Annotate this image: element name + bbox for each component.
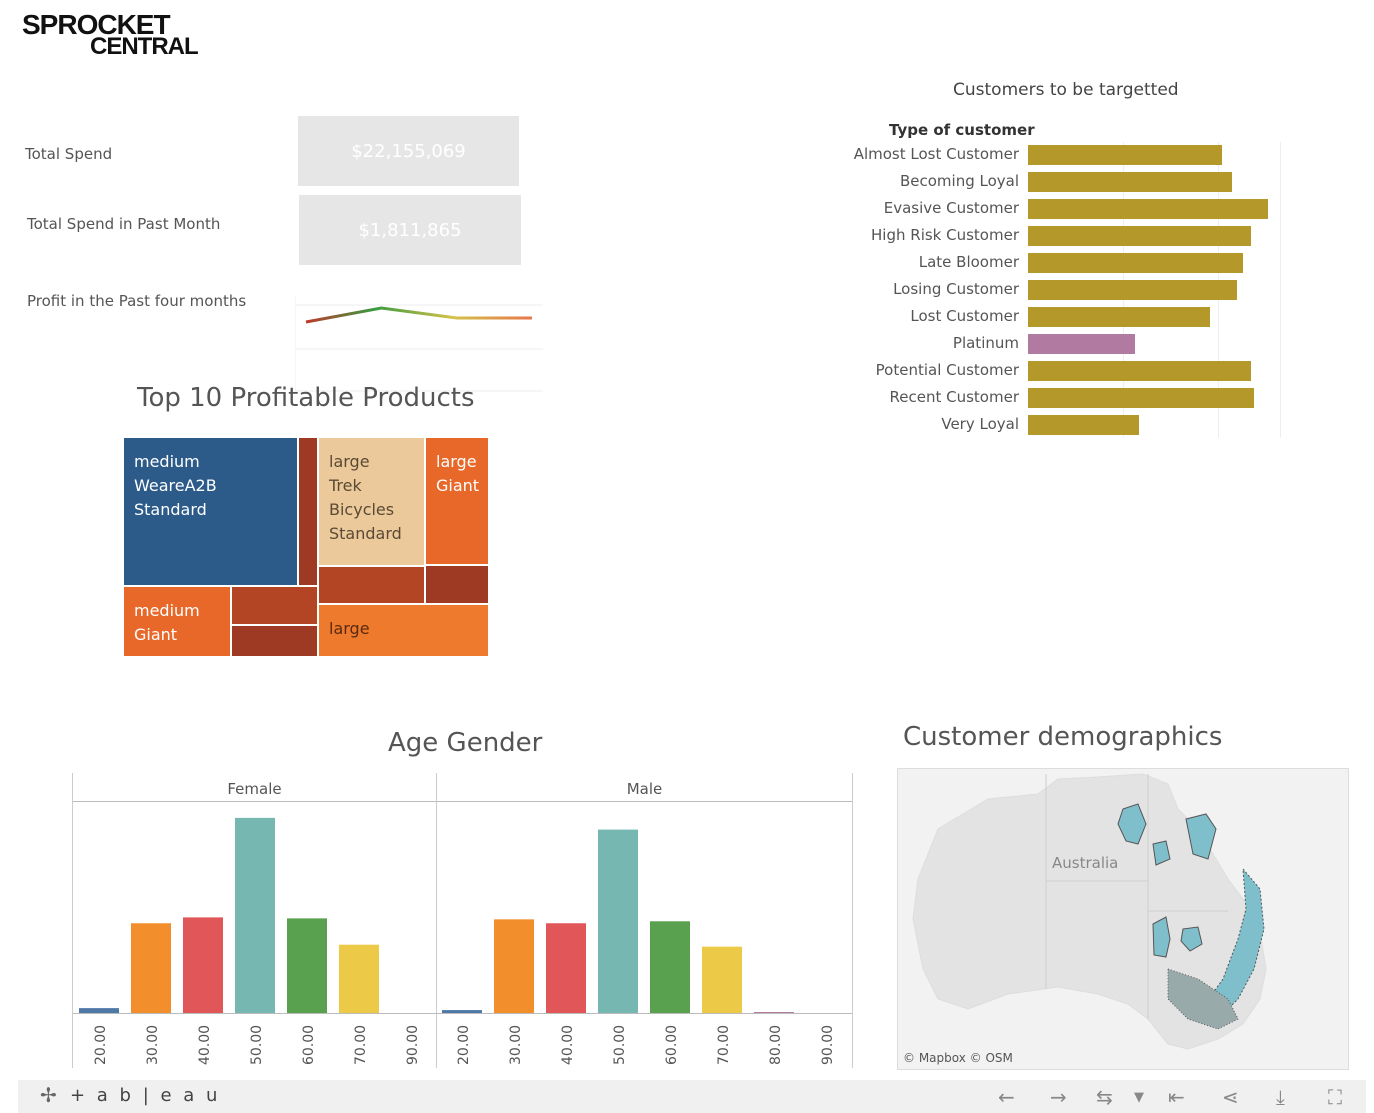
tile-label: large Giant	[436, 452, 480, 495]
profit-line	[305, 306, 532, 324]
treemap-tile-medium-giant[interactable]: medium Giant	[123, 586, 231, 657]
reset-icon[interactable]: ⇤	[1168, 1085, 1185, 1109]
total-spend-label: Total Spend	[25, 145, 113, 163]
treemap-tile-large[interactable]: large	[318, 604, 489, 657]
customer-type-label: Losing Customer	[893, 280, 1019, 298]
customers-axis-header: Type of customer	[889, 121, 1035, 139]
revert-dropdown-icon[interactable]: ▼	[1134, 1090, 1144, 1105]
age-tick-label: 40.00	[560, 1025, 576, 1065]
undo-icon[interactable]: ←	[998, 1085, 1015, 1109]
customer-bar[interactable]	[1028, 415, 1140, 435]
age-tick-label: 40.00	[197, 1025, 213, 1065]
customer-bar[interactable]	[1028, 388, 1254, 408]
age-bar[interactable]	[131, 923, 171, 1013]
age-gender-bars: 20.00 30.00 40.00 50.00 60.00 70.00 90.00 20.00…	[79, 817, 836, 1065]
map-credits: © Mapbox © OSM	[903, 1051, 1013, 1065]
treemap-tile-medium-weareA2B[interactable]: medium WeareA2B Standard	[123, 437, 298, 586]
past-month-spend-value: $1,811,865	[299, 195, 521, 265]
map-label-australia: Australia	[1052, 854, 1119, 872]
fullscreen-icon[interactable]: ⛶	[1328, 1085, 1342, 1109]
treemap-tile-large-trek[interactable]: large Trek Bicycles Standard	[318, 437, 425, 566]
logo-line2: CENTRAL	[90, 33, 199, 60]
age-gender-chart: Female Male 20.00 30.00 40.00 50.00 60.00 70.…	[72, 773, 853, 1068]
tableau-toolbar: ✢ + a b | e a u ← → ⇆ ▼ ⇤ ⋖ ⤓ ⛶	[18, 1080, 1366, 1113]
treemap-tile[interactable]	[318, 566, 425, 604]
age-tick-label: 50.00	[249, 1025, 265, 1065]
revert-icon[interactable]: ⇆	[1096, 1085, 1113, 1109]
customer-type-label: Very Loyal	[941, 415, 1019, 433]
customer-bar[interactable]	[1028, 307, 1211, 327]
sprocket-central-logo: SPROCKET CENTRAL	[22, 10, 202, 60]
australia-map	[912, 773, 1267, 1050]
age-bar[interactable]	[287, 918, 327, 1013]
customer-bar[interactable]	[1028, 334, 1135, 354]
age-bar[interactable]	[442, 1010, 482, 1013]
age-tick-label: 90.00	[405, 1025, 421, 1065]
customer-bar[interactable]	[1028, 280, 1238, 300]
age-tick-label: 60.00	[664, 1025, 680, 1065]
age-bar[interactable]	[598, 829, 638, 1013]
age-tick-label: 20.00	[456, 1025, 472, 1065]
customer-type-label: Late Bloomer	[918, 253, 1019, 271]
customer-bar[interactable]	[1028, 172, 1232, 192]
age-tick-label: 30.00	[508, 1025, 524, 1065]
age-tick-label: 50.00	[612, 1025, 628, 1065]
share-icon[interactable]: ⋖	[1222, 1085, 1239, 1109]
profit-label: Profit in the Past four months	[27, 292, 247, 310]
age-tick-label: 70.00	[716, 1025, 732, 1065]
customer-type-label: Recent Customer	[889, 388, 1019, 406]
total-spend-value: $22,155,069	[298, 116, 519, 186]
treemap: medium WeareA2B Standard large Trek Bicy…	[123, 437, 489, 657]
profit-sparkline	[295, 295, 543, 392]
age-bar[interactable]	[494, 919, 534, 1013]
age-tick-label: 90.00	[820, 1025, 836, 1065]
customers-chart-title: Customers to be targetted	[953, 80, 1179, 100]
age-bar[interactable]	[339, 944, 379, 1013]
treemap-tile-large-giant[interactable]: large Giant	[425, 437, 489, 565]
tile-label: medium Giant	[134, 601, 200, 644]
age-bar[interactable]	[183, 917, 223, 1013]
age-tick-label: 80.00	[768, 1025, 784, 1065]
customer-bar[interactable]	[1028, 226, 1251, 246]
customer-type-label: Potential Customer	[875, 361, 1019, 379]
treemap-tile[interactable]	[231, 625, 318, 657]
age-bar[interactable]	[235, 817, 275, 1013]
treemap-tile[interactable]	[231, 586, 318, 625]
age-tick-label: 30.00	[145, 1025, 161, 1065]
customer-bar[interactable]	[1028, 145, 1222, 165]
age-bar[interactable]	[754, 1012, 794, 1013]
treemap-tile[interactable]	[298, 437, 318, 586]
customer-type-label: Evasive Customer	[883, 199, 1019, 217]
customer-type-label: Becoming Loyal	[899, 172, 1019, 190]
customer-type-label: Platinum	[952, 334, 1019, 352]
age-gender-title: Age Gender	[388, 728, 543, 758]
customer-map[interactable]: Australia © Mapbox © OSM	[897, 768, 1349, 1070]
tile-label: large Trek Bicycles Standard	[329, 452, 402, 543]
customer-bar[interactable]	[1028, 253, 1244, 273]
age-bar[interactable]	[702, 946, 742, 1013]
age-tick-label: 20.00	[93, 1025, 109, 1065]
download-icon[interactable]: ⤓	[1276, 1085, 1285, 1109]
treemap-title: Top 10 Profitable Products	[137, 383, 475, 413]
redo-icon[interactable]: →	[1050, 1085, 1067, 1109]
age-tick-label: 70.00	[353, 1025, 369, 1065]
tile-label: large	[329, 619, 370, 638]
age-tick-label: 60.00	[301, 1025, 317, 1065]
customer-bar[interactable]	[1028, 199, 1269, 219]
treemap-tile[interactable]	[425, 565, 489, 604]
customer-type-label: Almost Lost Customer	[853, 145, 1019, 163]
tableau-logo-icon: ✢	[40, 1083, 57, 1107]
customer-type-label: High Risk Customer	[871, 226, 1019, 244]
age-bar[interactable]	[650, 921, 690, 1013]
age-bar[interactable]	[79, 1008, 119, 1013]
customer-bar[interactable]	[1028, 361, 1251, 381]
customer-type-label: Lost Customer	[910, 307, 1019, 325]
tile-label: medium WeareA2B Standard	[134, 452, 217, 519]
past-month-spend-label: Total Spend in Past Month	[27, 215, 221, 233]
tableau-brand: + a b | e a u	[70, 1085, 221, 1106]
age-bar[interactable]	[546, 923, 586, 1013]
map-title: Customer demographics	[903, 722, 1223, 752]
